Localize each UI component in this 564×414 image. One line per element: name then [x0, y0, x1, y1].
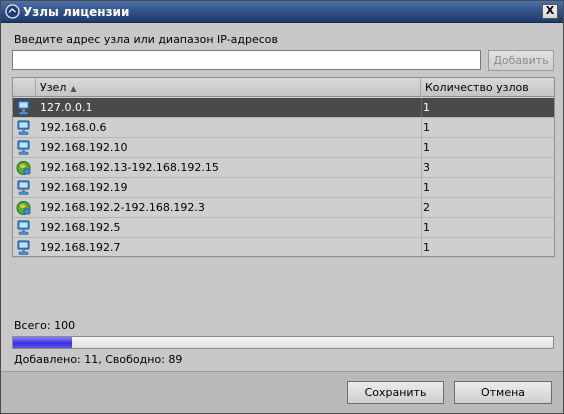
network-range-icon: [13, 198, 36, 217]
usage-progress-bar: [12, 336, 554, 349]
computer-icon: [13, 238, 36, 257]
table-header: Узел ▲ Количество узлов: [13, 78, 554, 97]
total-label: Всего: 100: [14, 319, 76, 332]
node-address: 192.168.192.19: [40, 181, 128, 194]
network-range-icon: [13, 158, 36, 177]
save-button[interactable]: Сохранить: [347, 381, 444, 404]
node-count: 3: [423, 161, 430, 174]
address-input[interactable]: [12, 50, 481, 70]
computer-icon: [13, 138, 36, 157]
column-divider: [421, 238, 422, 257]
computer-icon: [13, 98, 36, 117]
computer-icon: [13, 218, 36, 237]
table-row[interactable]: 192.168.192.10 1: [13, 138, 554, 158]
computer-icon: [13, 178, 36, 197]
add-button[interactable]: Добавить: [488, 50, 554, 71]
node-address: 192.168.192.2-192.168.192.3: [40, 201, 205, 214]
computer-icon: [13, 118, 36, 137]
node-count: 1: [423, 221, 430, 234]
column-divider: [421, 118, 422, 137]
node-count: 1: [423, 121, 430, 134]
node-count: 1: [423, 181, 430, 194]
address-label: Введите адрес узла или диапазон IP-адрес…: [14, 33, 278, 46]
column-divider: [421, 198, 422, 217]
table-row[interactable]: 192.168.0.6 1: [13, 118, 554, 138]
close-button[interactable]: X: [542, 4, 558, 19]
node-count: 1: [423, 101, 430, 114]
table-row[interactable]: 192.168.192.13-192.168.192.15 3: [13, 158, 554, 178]
icon-column-header[interactable]: [13, 78, 36, 97]
column-divider: [421, 98, 422, 117]
node-count: 1: [423, 141, 430, 154]
table-row[interactable]: 192.168.192.19 1: [13, 178, 554, 198]
usage-status: Добавлено: 11, Свободно: 89: [14, 353, 183, 366]
node-address: 127.0.0.1: [40, 101, 93, 114]
license-nodes-dialog: Узлы лицензии X Введите адрес узла или д…: [0, 0, 564, 414]
dialog-footer: Сохранить Отмена: [1, 371, 563, 413]
sort-ascending-icon: ▲: [70, 83, 77, 93]
node-address: 192.168.192.13-192.168.192.15: [40, 161, 219, 174]
node-count: 1: [423, 241, 430, 254]
column-divider: [421, 158, 422, 177]
column-divider: [421, 218, 422, 237]
table-row[interactable]: 192.168.192.2-192.168.192.3 2: [13, 198, 554, 218]
node-column-header[interactable]: Узел ▲: [36, 78, 421, 97]
column-divider: [421, 178, 422, 197]
count-column-header[interactable]: Количество узлов: [421, 78, 554, 97]
table-row[interactable]: 192.168.192.5 1: [13, 218, 554, 238]
table-row[interactable]: 192.168.192.7 1: [13, 238, 554, 258]
column-divider: [421, 138, 422, 157]
node-address: 192.168.192.5: [40, 221, 121, 234]
usage-progress-fill: [13, 337, 73, 348]
node-column-label: Узел: [40, 81, 67, 94]
title-bar[interactable]: Узлы лицензии X: [1, 1, 563, 23]
window-title: Узлы лицензии: [23, 5, 130, 19]
nodes-table: Узел ▲ Количество узлов 127.0.0.1 1 192.168…: [12, 77, 555, 258]
node-address: 192.168.192.7: [40, 241, 121, 254]
node-address: 192.168.0.6: [40, 121, 107, 134]
node-count: 2: [423, 201, 430, 214]
cancel-button[interactable]: Отмена: [454, 381, 552, 404]
app-logo-icon: [5, 4, 20, 19]
node-address: 192.168.192.10: [40, 141, 128, 154]
table-row[interactable]: 127.0.0.1 1: [13, 98, 554, 118]
